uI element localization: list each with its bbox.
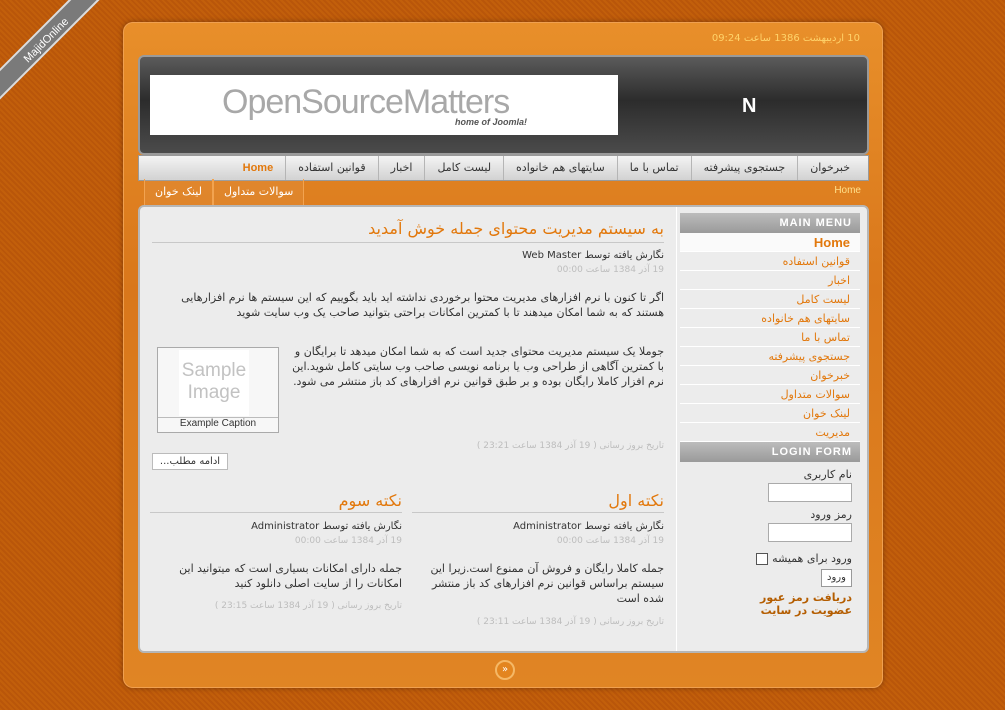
col2-text: جمله دارای امکانات بسیاری است که میتوانی… xyxy=(179,562,402,590)
main-menu-title: MAIN MENU xyxy=(680,213,860,233)
article-date: 19 آذر 1384 ساعت 00:00 xyxy=(556,265,664,275)
logo-letter: N xyxy=(742,95,757,117)
col2-date: 19 آذر 1384 ساعت 00:00 xyxy=(294,536,402,546)
subnav-item-link-reader[interactable]: لینک خوان xyxy=(144,179,213,205)
nav-item-advanced-search[interactable]: جستجوی پیشرفته xyxy=(690,156,798,180)
top-navigation: خبرخوان جستجوی پیشرفته تماس با ما سایتها… xyxy=(138,155,869,181)
col1-date: 19 آذر 1384 ساعت 00:00 xyxy=(556,536,664,546)
col1-text: جمله کاملا رایگان و فروش آن ممنوع است.زی… xyxy=(430,562,664,605)
nav-item-news[interactable]: اخبار xyxy=(377,156,425,180)
content-area: به سیستم مدیریت محتوای جمله خوش آمدید نگ… xyxy=(138,205,869,653)
double-chevron-up-icon[interactable]: » xyxy=(495,660,515,680)
login-button[interactable]: ورود xyxy=(821,569,852,587)
subnav-items: سوالات متداول لینک خوان xyxy=(144,179,305,205)
side-item-link-reader[interactable]: لینک خوان xyxy=(680,404,860,423)
article-author: نگارش یافته توسط Web Master xyxy=(522,250,664,261)
password-label: رمز ورود xyxy=(810,508,852,521)
login-form-title: LOGIN FORM xyxy=(680,442,860,462)
username-label: نام کاربری xyxy=(803,468,852,481)
col1-title[interactable]: نکته اول xyxy=(412,491,664,513)
username-input[interactable] xyxy=(768,483,852,502)
side-item-home[interactable]: Home xyxy=(680,233,860,252)
remember-checkbox[interactable] xyxy=(756,552,768,565)
sidebar: MAIN MENU Home قوانین استفاده اخبار لیست… xyxy=(680,213,860,617)
remember-row: ورود برای همیشه xyxy=(680,552,852,565)
register-link[interactable]: عضویت در سایت xyxy=(680,604,852,617)
side-item-contact[interactable]: تماس با ما xyxy=(680,328,860,347)
logo-subtitle: home of Joomla! xyxy=(455,117,528,127)
password-input[interactable] xyxy=(768,523,852,542)
side-item-news[interactable]: اخبار xyxy=(680,271,860,290)
nav-item-full-list[interactable]: لیست کامل xyxy=(424,156,503,180)
sample-image: Sample Image xyxy=(179,350,249,416)
side-item-advanced-search[interactable]: جستجوی پیشرفته xyxy=(680,347,860,366)
col1-author: نگارش یافته توسط Administrator xyxy=(513,521,664,532)
logo[interactable]: OpenSourceMatters home of Joomla! xyxy=(150,75,618,135)
read-more-button[interactable]: ادامه مطلب... xyxy=(152,453,228,470)
article-paragraph-2: جوملا یک سیستم مدیریت محتوای جدید است که… xyxy=(292,345,664,388)
header-banner: OpenSourceMatters home of Joomla! N xyxy=(138,55,869,155)
main-column: به سیستم مدیریت محتوای جمله خوش آمدید نگ… xyxy=(140,207,677,651)
col2-author: نگارش یافته توسط Administrator xyxy=(251,521,402,532)
side-item-admin[interactable]: مدیریت xyxy=(680,423,860,442)
article-title[interactable]: به سیستم مدیریت محتوای جمله خوش آمدید xyxy=(152,219,664,243)
image-caption: Example Caption xyxy=(158,417,278,432)
col2-title[interactable]: نکته سوم xyxy=(150,491,402,513)
col2-modified: تاریخ بروز رسانی ( 19 آذر 1384 ساعت 23:1… xyxy=(214,601,402,611)
nav-item-home[interactable]: Home xyxy=(231,156,286,180)
side-item-full-list[interactable]: لیست کامل xyxy=(680,290,860,309)
page-frame: 10 اردیبهشت 1386 ساعت 09:24 OpenSourceMa… xyxy=(123,22,883,688)
side-item-rss[interactable]: خبرخوان xyxy=(680,366,860,385)
side-item-terms[interactable]: قوانین استفاده xyxy=(680,252,860,271)
breadcrumb[interactable]: Home xyxy=(834,185,861,196)
article-modified: تاریخ بروز رسانی ( 19 آذر 1384 ساعت 23:2… xyxy=(476,441,664,451)
nav-item-terms[interactable]: قوانین استفاده xyxy=(285,156,377,180)
col1-modified: تاریخ بروز رسانی ( 19 آذر 1384 ساعت 23:1… xyxy=(476,617,664,627)
nav-item-contact[interactable]: تماس با ما xyxy=(616,156,691,180)
side-item-faq[interactable]: سوالات متداول xyxy=(680,385,860,404)
sub-navigation: Home سوالات متداول لینک خوان xyxy=(138,179,869,205)
article-paragraph-1: اگر تا کنون با نرم افزارهای مدیریت محتوا… xyxy=(181,291,664,319)
forgot-password-link[interactable]: دریافت رمز عبور xyxy=(680,591,852,604)
sample-image-figure: Sample Image Example Caption xyxy=(157,347,279,433)
remember-label: ورود برای همیشه xyxy=(772,552,852,565)
nav-item-rss[interactable]: خبرخوان xyxy=(797,156,862,180)
side-item-related-sites[interactable]: سایتهای هم خانواده xyxy=(680,309,860,328)
header-date: 10 اردیبهشت 1386 ساعت 09:24 xyxy=(711,33,860,44)
login-form: نام کاربری رمز ورود ورود برای همیشه ورود… xyxy=(680,462,860,617)
nav-item-related-sites[interactable]: سایتهای هم خانواده xyxy=(503,156,617,180)
watermark-ribbon: MajidOnline xyxy=(0,0,113,107)
subnav-item-faq[interactable]: سوالات متداول xyxy=(212,179,305,205)
